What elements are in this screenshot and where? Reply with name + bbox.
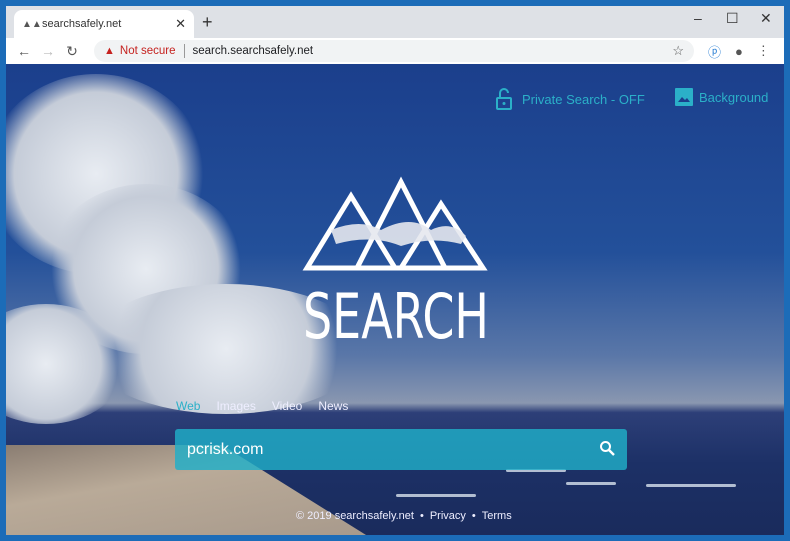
menu-icon[interactable]: ⋮ [757, 43, 770, 59]
close-tab-icon[interactable]: ✕ [175, 16, 186, 32]
mountain-favicon-icon: ▲▲ [22, 18, 42, 30]
back-icon[interactable]: ← [12, 43, 36, 59]
toolbar: ← → ↻ ▲ Not secure search.searchsafely.n… [6, 38, 784, 64]
wave [646, 484, 736, 487]
unlock-icon [496, 88, 512, 110]
private-search-toggle[interactable]: Private Search - OFF [496, 88, 645, 110]
tab-bar: ▲▲ searchsafely.net ✕ + – ☐ ✕ [6, 6, 784, 38]
security-label[interactable]: Not secure [120, 45, 176, 57]
maximize-button[interactable]: ☐ [726, 10, 739, 27]
search-logo: SEARCH [301, 174, 491, 353]
new-tab-button[interactable]: + [202, 12, 213, 33]
browser-window: ▲▲ searchsafely.net ✕ + – ☐ ✕ ← → ↻ ▲ No… [6, 6, 784, 535]
tab-images[interactable]: Images [216, 399, 255, 413]
logo-text: SEARCH [303, 280, 489, 344]
separator: • [419, 510, 424, 522]
profile-icon[interactable]: ● [735, 44, 743, 59]
copyright: © 2019 searchsafely.net [296, 510, 414, 522]
forward-icon[interactable]: → [36, 43, 60, 59]
search-box [175, 429, 627, 470]
tab-title: searchsafely.net [42, 18, 122, 30]
close-window-button[interactable]: ✕ [760, 10, 772, 27]
search-tabs: Web Images Video News [176, 399, 348, 413]
tab-web[interactable]: Web [176, 399, 200, 413]
private-search-label: Private Search - OFF [522, 91, 645, 107]
background-label: Background [699, 89, 769, 105]
address-bar[interactable]: ▲ Not secure search.searchsafely.net ☆ [94, 40, 694, 62]
divider [183, 44, 185, 58]
terms-link[interactable]: Terms [482, 510, 512, 522]
privacy-link[interactable]: Privacy [430, 510, 466, 522]
wave [566, 482, 616, 485]
page-content: Private Search - OFF Background SEARCH W… [6, 64, 784, 535]
reload-icon[interactable]: ↻ [60, 43, 84, 60]
url-text[interactable]: search.searchsafely.net [193, 45, 314, 57]
star-icon[interactable]: ☆ [672, 43, 684, 59]
warning-icon: ▲ [104, 45, 115, 57]
separator: • [471, 510, 476, 522]
search-input[interactable] [187, 440, 599, 459]
footer: © 2019 searchsafely.net • Privacy • Term… [296, 510, 512, 522]
tab-video[interactable]: Video [272, 399, 302, 413]
minimize-button[interactable]: – [694, 10, 702, 26]
browser-tab[interactable]: ▲▲ searchsafely.net ✕ [14, 10, 194, 38]
wave [396, 494, 476, 497]
search-icon[interactable] [599, 440, 615, 460]
extension-icon[interactable]: ⓟ [708, 42, 721, 61]
image-icon [675, 88, 693, 106]
background-button[interactable]: Background [675, 88, 768, 106]
tab-news[interactable]: News [318, 399, 348, 413]
